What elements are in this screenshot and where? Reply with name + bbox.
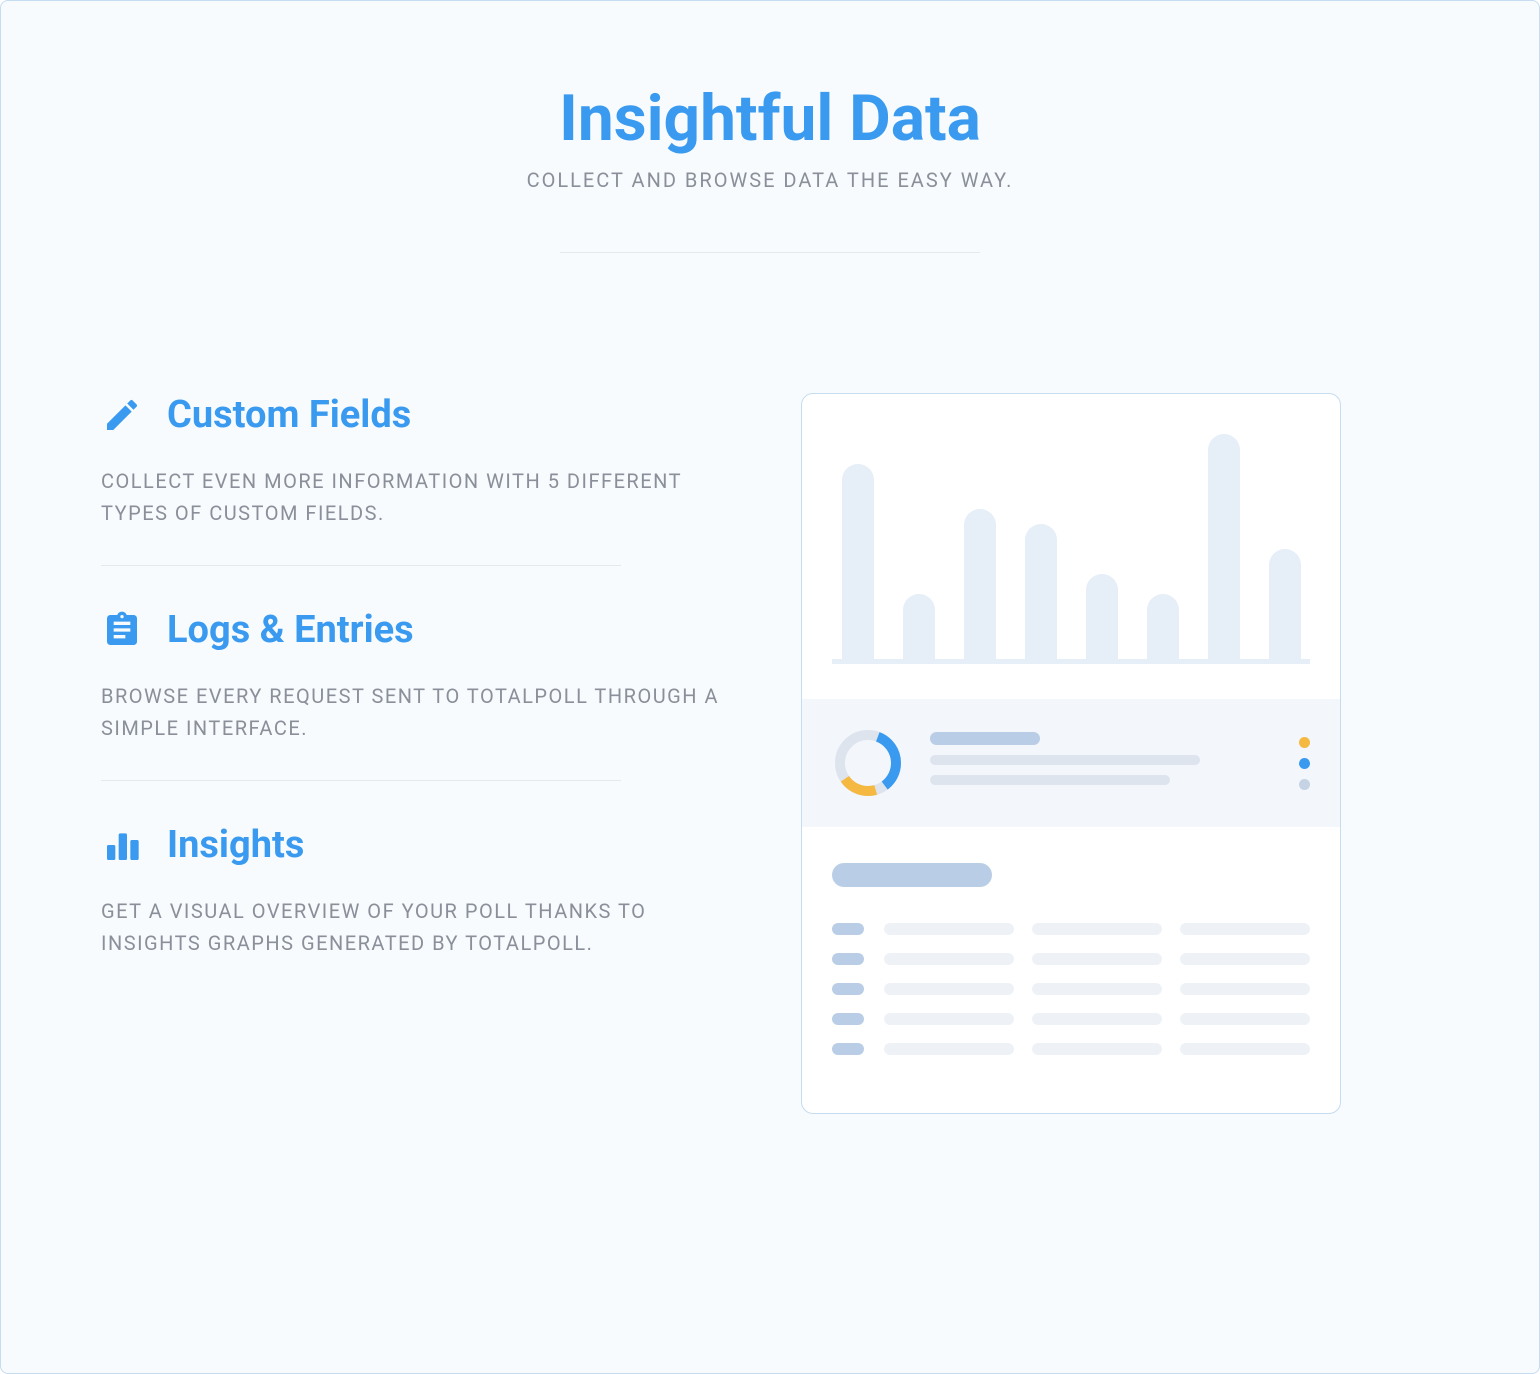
legend-dot-grey xyxy=(1299,779,1310,790)
row-cell-placeholder xyxy=(1180,1013,1310,1025)
data-rows xyxy=(832,923,1310,1055)
chart-bar xyxy=(1147,594,1179,659)
row-cell-placeholder xyxy=(1180,923,1310,935)
feature-description: BROWSE EVERY REQUEST SENT TO TOTALPOLL T… xyxy=(101,680,741,744)
dashboard-illustration xyxy=(801,393,1361,1114)
pencil-icon xyxy=(101,394,143,436)
row-cell-placeholder xyxy=(1180,1043,1310,1055)
chart-bar xyxy=(1208,434,1240,659)
row-cells xyxy=(884,953,1310,965)
clipboard-icon xyxy=(101,609,143,651)
page-title: Insightful Data xyxy=(101,81,1439,156)
placeholder-line xyxy=(930,775,1170,785)
row-cell-placeholder xyxy=(1180,983,1310,995)
divider xyxy=(101,780,621,781)
feature-panel: Insightful Data COLLECT AND BROWSE DATA … xyxy=(0,0,1540,1374)
row-cell-placeholder xyxy=(884,1013,1014,1025)
feature-title: Custom Fields xyxy=(167,393,411,437)
row-cells xyxy=(884,923,1310,935)
feature-logs-entries: Logs & Entries BROWSE EVERY REQUEST SENT… xyxy=(101,608,741,780)
donut-chart-icon xyxy=(832,727,904,799)
row-label-placeholder xyxy=(832,1043,864,1055)
feature-custom-fields: Custom Fields COLLECT EVEN MORE INFORMAT… xyxy=(101,393,741,565)
row-cell-placeholder xyxy=(1180,953,1310,965)
chart-bar xyxy=(1025,524,1057,659)
chart-bar xyxy=(964,509,996,659)
feature-description: GET A VISUAL OVERVIEW OF YOUR POLL THANK… xyxy=(101,895,741,959)
row-label-placeholder xyxy=(832,983,864,995)
row-cell-placeholder xyxy=(1032,983,1162,995)
row-cell-placeholder xyxy=(1032,1013,1162,1025)
chart-bar xyxy=(1086,574,1118,659)
summary-text-lines xyxy=(930,732,1273,795)
header-divider xyxy=(560,252,980,253)
row-label-placeholder xyxy=(832,953,864,965)
placeholder-line xyxy=(930,732,1040,745)
header-section: Insightful Data COLLECT AND BROWSE DATA … xyxy=(101,81,1439,253)
row-label-placeholder xyxy=(832,923,864,935)
legend-dots xyxy=(1299,737,1310,790)
table-row xyxy=(832,923,1310,935)
table-row xyxy=(832,953,1310,965)
feature-description: COLLECT EVEN MORE INFORMATION WITH 5 DIF… xyxy=(101,465,741,529)
row-cells xyxy=(884,1043,1310,1055)
feature-head: Insights xyxy=(101,823,741,867)
feature-title: Logs & Entries xyxy=(167,608,414,652)
page-subtitle: COLLECT AND BROWSE DATA THE EASY WAY. xyxy=(101,168,1439,192)
row-cell-placeholder xyxy=(1032,923,1162,935)
placeholder-line xyxy=(930,755,1200,765)
chart-area xyxy=(802,394,1340,699)
legend-dot-yellow xyxy=(1299,737,1310,748)
feature-insights: Insights GET A VISUAL OVERVIEW OF YOUR P… xyxy=(101,823,741,995)
table-area xyxy=(802,827,1340,1113)
table-row xyxy=(832,983,1310,995)
legend-dot-blue xyxy=(1299,758,1310,769)
chart-bar xyxy=(903,594,935,659)
row-cell-placeholder xyxy=(884,953,1014,965)
row-cell-placeholder xyxy=(1032,1043,1162,1055)
row-cells xyxy=(884,983,1310,995)
row-cell-placeholder xyxy=(884,923,1014,935)
section-title-placeholder xyxy=(832,863,992,887)
feature-title: Insights xyxy=(167,823,304,867)
feature-head: Logs & Entries xyxy=(101,608,741,652)
divider xyxy=(101,565,621,566)
row-cell-placeholder xyxy=(884,1043,1014,1055)
table-row xyxy=(832,1043,1310,1055)
bar-chart-icon xyxy=(101,824,143,866)
features-list: Custom Fields COLLECT EVEN MORE INFORMAT… xyxy=(101,393,741,995)
content-row: Custom Fields COLLECT EVEN MORE INFORMAT… xyxy=(101,393,1439,1114)
row-label-placeholder xyxy=(832,1013,864,1025)
chart-bar xyxy=(842,464,874,659)
table-row xyxy=(832,1013,1310,1025)
chart-bars xyxy=(832,429,1310,664)
summary-band xyxy=(802,699,1340,827)
feature-head: Custom Fields xyxy=(101,393,741,437)
chart-bar xyxy=(1269,549,1301,659)
row-cells xyxy=(884,1013,1310,1025)
row-cell-placeholder xyxy=(884,983,1014,995)
dashboard-card xyxy=(801,393,1341,1114)
row-cell-placeholder xyxy=(1032,953,1162,965)
